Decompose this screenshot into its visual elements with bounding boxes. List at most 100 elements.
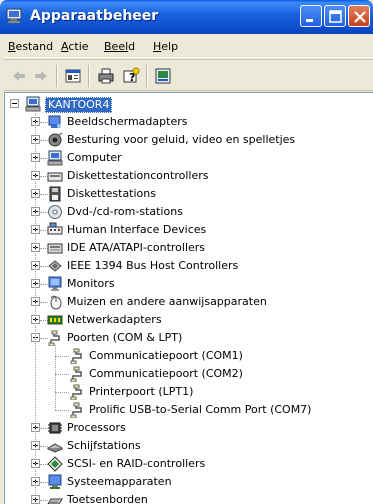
tree-category[interactable]: Muizen en andere aanwijsapparaten	[5, 293, 370, 311]
tree-device[interactable]: Communicatiepoort (COM1)	[5, 347, 370, 365]
tree-category[interactable]: SCSI- en RAID-controllers	[5, 455, 370, 473]
tree-category-label: Processors	[67, 421, 126, 434]
help-icon[interactable]: ?	[122, 67, 140, 85]
toolbar: ?	[4, 59, 373, 91]
computer-icon	[25, 96, 41, 112]
tree-category-label: Human Interface Devices	[67, 223, 207, 236]
system-device-icon	[48, 474, 62, 489]
tree-category[interactable]: Processors	[5, 419, 370, 437]
menu-help[interactable]: Help	[153, 40, 178, 53]
tree-connector-line	[55, 345, 56, 410]
tree-category-label: Computer	[67, 151, 122, 164]
scsi-icon	[47, 456, 63, 472]
forward-icon[interactable]	[32, 67, 50, 85]
tree-category-label: Poorten (COM & LPT)	[67, 331, 183, 344]
close-button[interactable]	[348, 5, 370, 27]
tree-device[interactable]: Prolific USB-to-Serial Comm Port (COM7)	[5, 401, 370, 419]
tree-category[interactable]: Computer	[5, 149, 370, 167]
monitor-icon	[48, 276, 62, 291]
port-icon	[70, 402, 82, 418]
tree-category[interactable]: Diskettestations	[5, 185, 370, 203]
close-icon	[354, 11, 366, 23]
maximize-button[interactable]	[324, 5, 346, 27]
firewire-icon	[48, 260, 62, 272]
processor-icon	[48, 422, 62, 434]
tree-category-label: Muizen en andere aanwijsapparaten	[67, 295, 267, 308]
update-driver-icon[interactable]	[154, 67, 172, 85]
tree-category[interactable]: Monitors	[5, 275, 370, 293]
tree-category-label: Netwerkadapters	[67, 313, 162, 326]
tree-category-label: Schijfstations	[67, 439, 141, 452]
menu-bestand-accel: B	[8, 40, 16, 53]
minimize-icon	[306, 19, 313, 22]
tree-category[interactable]: Schijfstations	[5, 437, 370, 455]
tree-category-label: IEEE 1394 Bus Host Controllers	[67, 259, 239, 272]
tree-device-label: Communicatiepoort (COM1)	[89, 349, 243, 362]
device-manager-icon	[6, 8, 22, 24]
hid-icon	[47, 222, 63, 235]
menu-bar: Bestand Actie Beeld Help	[4, 34, 373, 58]
tree-category-label: Dvd-/cd-rom-stations	[67, 205, 183, 218]
port-icon	[70, 348, 82, 364]
tree-device-label: Printerpoort (LPT1)	[89, 385, 194, 398]
menu-actie-label: ctie	[68, 40, 89, 53]
tree-category-label: Beeldschermadapters	[67, 115, 188, 128]
maximize-icon	[329, 10, 342, 23]
network-adapter-icon	[47, 315, 63, 325]
ide-controller-icon	[47, 243, 63, 254]
tree-root-label: KANTOOR4	[45, 97, 113, 113]
tree-category[interactable]: IEEE 1394 Bus Host Controllers	[5, 257, 370, 275]
title-bar[interactable]: Apparaatbeheer	[0, 0, 373, 34]
port-icon	[48, 330, 60, 346]
tree-category-label: IDE ATA/ATAPI-controllers	[67, 241, 206, 254]
tree-device[interactable]: Communicatiepoort (COM2)	[5, 365, 370, 383]
tree-category-label: Toetsenborden	[67, 493, 148, 504]
device-tree[interactable]: KANTOOR4 Beeldschermadapters Besturing voo…	[4, 92, 373, 504]
properties-icon[interactable]	[64, 67, 82, 85]
tree-category-label: Diskettestationcontrollers	[67, 169, 209, 182]
tree-category[interactable]: Systeemapparaten	[5, 473, 370, 491]
menu-beeld-label: d	[128, 40, 136, 53]
menu-bestand-label: estand	[15, 40, 54, 53]
tree-category[interactable]: Poorten (COM & LPT)	[5, 329, 370, 347]
toolbar-separator	[56, 65, 57, 87]
tree-device-label: Prolific USB-to-Serial Comm Port (COM7)	[89, 403, 312, 416]
menu-actie[interactable]: Actie	[61, 40, 89, 53]
tree-category-label: Monitors	[67, 277, 115, 290]
tree-connector-line	[35, 109, 36, 500]
menu-beeld[interactable]: Beeld	[104, 40, 135, 53]
menu-help-label: elp	[161, 40, 179, 53]
tree-device[interactable]: Printerpoort (LPT1)	[5, 383, 370, 401]
keyboard-icon	[47, 498, 63, 504]
tree-root[interactable]: KANTOOR4	[5, 95, 370, 113]
tree-category[interactable]: Beeldschermadapters	[5, 113, 370, 131]
cdrom-icon	[48, 205, 62, 219]
tree-device-label: Communicatiepoort (COM2)	[89, 367, 243, 380]
sound-icon	[48, 132, 63, 147]
print-icon[interactable]	[97, 67, 115, 85]
tree-category[interactable]: Diskettestationcontrollers	[5, 167, 370, 185]
menu-bestand[interactable]: Bestand	[8, 40, 53, 53]
tree-category[interactable]: Toetsenborden	[5, 491, 370, 504]
tree-category[interactable]: Netwerkadapters	[5, 311, 370, 329]
tree-category-label: Besturing voor geluid, video en spelletj…	[67, 133, 296, 146]
disk-drive-icon	[47, 443, 63, 453]
tree-category[interactable]: IDE ATA/ATAPI-controllers	[5, 239, 370, 257]
window-title: Apparaatbeheer	[30, 8, 159, 24]
tree-category[interactable]: Besturing voor geluid, video en spelletj…	[5, 131, 370, 149]
mouse-icon	[50, 295, 62, 310]
port-icon	[70, 384, 82, 400]
port-icon	[70, 366, 82, 382]
computer-icon	[47, 150, 63, 166]
toolbar-separator	[88, 65, 89, 87]
back-icon[interactable]	[10, 67, 28, 85]
tree-category[interactable]: Dvd-/cd-rom-stations	[5, 203, 370, 221]
minimize-button[interactable]	[300, 5, 322, 27]
menu-beeld-accel: Beel	[104, 40, 129, 53]
toolbar-separator	[146, 65, 147, 87]
tree-category-label: SCSI- en RAID-controllers	[67, 457, 206, 470]
tree-category[interactable]: Human Interface Devices	[5, 221, 370, 239]
floppy-controller-icon	[47, 172, 63, 182]
tree-category-label: Systeemapparaten	[67, 475, 172, 488]
floppy-drive-icon	[49, 186, 61, 202]
